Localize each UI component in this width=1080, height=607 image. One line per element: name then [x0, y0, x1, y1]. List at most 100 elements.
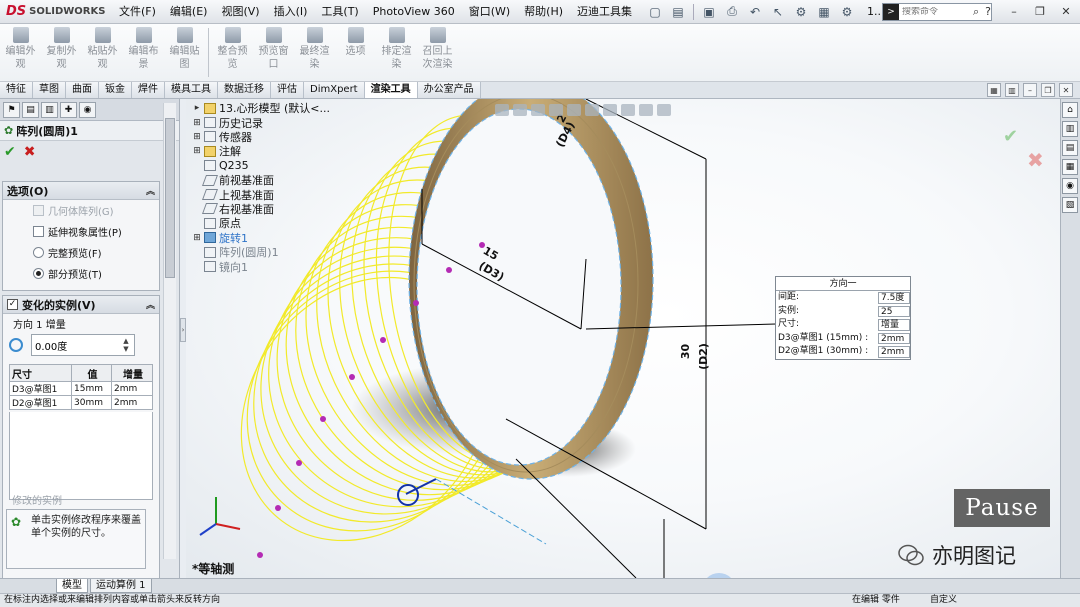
search-input[interactable] — [899, 7, 973, 17]
instance-marker[interactable] — [349, 374, 355, 380]
menu-edit[interactable]: 编辑(E) — [163, 0, 215, 24]
viewport-close-icon[interactable]: ✕ — [1059, 83, 1073, 97]
tab-sketch[interactable]: 草图 — [33, 82, 66, 98]
minimize-icon[interactable]: – — [1002, 2, 1026, 20]
propagate-visual-option[interactable]: 延伸视象属性(P) — [3, 221, 159, 242]
cancel-x-icon[interactable]: ✖ — [24, 144, 36, 160]
instance-marker[interactable] — [380, 337, 386, 343]
recall-last-render-button[interactable]: 召回上次渲染 — [417, 24, 458, 81]
menu-insert[interactable]: 插入(I) — [267, 0, 315, 24]
tab-dimxpert[interactable]: DimXpert — [304, 82, 365, 98]
angle-increment-input[interactable] — [32, 339, 120, 351]
increment-cell[interactable]: 2mm — [111, 381, 153, 396]
tab-render-tools[interactable]: 渲染工具 — [364, 82, 418, 98]
tree-root[interactable]: ▸ 13.心形模型 (默认<... — [192, 101, 342, 115]
partial-preview-option[interactable]: 部分预览(T) — [3, 263, 159, 284]
final-render-button[interactable]: 最终渲染 — [294, 24, 335, 81]
increment-cell[interactable]: 2mm — [111, 395, 153, 410]
instance-marker[interactable] — [275, 505, 281, 511]
full-preview-radio[interactable] — [33, 247, 44, 258]
edit-appearance-button[interactable]: 编辑外观 — [0, 24, 41, 81]
tab-data-migration[interactable]: 数据迁移 — [218, 82, 271, 98]
tree-item[interactable]: Q235 — [192, 159, 342, 173]
partial-preview-radio[interactable] — [33, 268, 44, 279]
tab-weldments[interactable]: 焊件 — [132, 82, 165, 98]
tree-item[interactable]: 前视基准面 — [192, 173, 342, 187]
tree-item[interactable]: 右视基准面 — [192, 202, 342, 216]
tree-item[interactable]: 阵列(圆周)1 — [192, 245, 342, 259]
menu-tools[interactable]: 工具(T) — [314, 0, 365, 24]
table-row[interactable]: D3@草图1 15mm 2mm — [9, 381, 153, 396]
select-icon[interactable]: ↖ — [768, 3, 788, 21]
tree-item[interactable]: ⊞ 传感器 — [192, 130, 342, 144]
copy-appearance-button[interactable]: 复制外观 — [41, 24, 82, 81]
render-options-button[interactable]: 选项 — [335, 24, 376, 81]
restore-icon[interactable]: ❐ — [1028, 2, 1052, 20]
tree-item[interactable]: 原点 — [192, 216, 342, 230]
varying-instances-checkbox[interactable]: ✓ — [7, 299, 18, 310]
rebuild-icon[interactable]: ⚙ — [791, 3, 811, 21]
menu-window[interactable]: 窗口(W) — [462, 0, 517, 24]
edit-scene-button[interactable]: 编辑布景 — [123, 24, 164, 81]
tab-surfaces[interactable]: 曲面 — [66, 82, 99, 98]
angle-increment-spinner[interactable]: ▲▼ — [31, 334, 135, 356]
menu-help[interactable]: 帮助(H) — [517, 0, 570, 24]
solidworks-resources-icon[interactable]: ⌂ — [1062, 102, 1078, 118]
callout-value[interactable]: 7.5度 — [878, 292, 910, 304]
tree-item[interactable]: 镜向1 — [192, 259, 342, 274]
preview-window-button[interactable]: 预览窗口 — [253, 24, 294, 81]
confirm-ok-icon[interactable]: ✔ — [1003, 126, 1018, 147]
tree-item[interactable]: ⊞ 注解 — [192, 144, 342, 158]
edit-appearance-icon[interactable] — [621, 104, 635, 116]
section-view-icon[interactable] — [549, 104, 563, 116]
instance-marker[interactable] — [446, 267, 452, 273]
command-prompt-icon[interactable]: > — [883, 4, 899, 20]
value-cell[interactable]: 30mm — [71, 395, 112, 410]
viewport-tile-icon[interactable]: ▦ — [987, 83, 1001, 97]
instance-marker[interactable] — [413, 300, 419, 306]
tree-item[interactable]: ⊞ 旋转1 — [192, 231, 342, 245]
file-properties-icon[interactable]: ▦ — [814, 3, 834, 21]
schedule-render-button[interactable]: 排定渲染 — [376, 24, 417, 81]
collapse-chevron-icon[interactable]: ︽ — [146, 184, 155, 197]
zoom-to-fit-icon[interactable] — [495, 104, 509, 116]
view-palette-icon[interactable]: ▦ — [1062, 159, 1078, 175]
expand-toggle-icon[interactable]: ⊞ — [192, 132, 202, 142]
save-icon[interactable]: ▣ — [699, 3, 719, 21]
tab-features[interactable]: 特征 — [0, 82, 33, 98]
ok-check-icon[interactable]: ✔ — [4, 144, 16, 160]
callout-value[interactable]: 增量 — [878, 319, 910, 331]
zoom-area-icon[interactable] — [513, 104, 527, 116]
varying-instances-header[interactable]: ✓ 变化的实例(V) ︽ — [3, 296, 159, 314]
menu-file[interactable]: 文件(F) — [112, 0, 163, 24]
viewport-split-icon[interactable]: ▥ — [1005, 83, 1019, 97]
callout-value[interactable]: 25 — [878, 305, 910, 318]
tab-sheet-metal[interactable]: 钣金 — [99, 82, 132, 98]
integrated-preview-button[interactable]: 整合预览 — [212, 24, 253, 81]
menu-maidi-tools[interactable]: 迈迪工具集 — [570, 0, 639, 24]
feature-manager-tab-icon[interactable]: ⚑ — [3, 102, 20, 118]
pm-scrollbar[interactable] — [163, 103, 176, 559]
dimxpert-manager-tab-icon[interactable]: ✚ — [60, 102, 77, 118]
display-manager-tab-icon[interactable]: ◉ — [79, 102, 96, 118]
paste-appearance-button[interactable]: 粘贴外观 — [82, 24, 123, 81]
value-cell[interactable]: 15mm — [71, 381, 112, 396]
callout-value[interactable]: 2mm — [878, 346, 910, 358]
spinner-arrows-icon[interactable]: ▲ ▼ — [120, 337, 132, 353]
viewport-restore-icon[interactable]: ❐ — [1041, 83, 1055, 97]
instance-marker[interactable] — [296, 460, 302, 466]
table-row[interactable]: D2@草图1 30mm 2mm — [9, 395, 153, 410]
status-unit[interactable]: 自定义 — [930, 594, 957, 607]
design-library-icon[interactable]: ▥ — [1062, 121, 1078, 137]
open-icon[interactable]: ▤ — [668, 3, 688, 21]
view-orientation-icon[interactable] — [567, 104, 581, 116]
print-icon[interactable]: ⎙ — [722, 3, 742, 21]
expand-toggle-icon[interactable]: ⊞ — [192, 118, 202, 128]
hide-show-items-icon[interactable] — [603, 104, 617, 116]
menu-view[interactable]: 视图(V) — [214, 0, 266, 24]
undo-icon[interactable]: ↶ — [745, 3, 765, 21]
close-icon[interactable]: ✕ — [1054, 2, 1078, 20]
full-preview-option[interactable]: 完整预览(F) — [3, 242, 159, 263]
help-menu-icon[interactable]: ? — [976, 2, 1000, 20]
expand-toggle-icon[interactable]: ⊞ — [192, 146, 202, 156]
